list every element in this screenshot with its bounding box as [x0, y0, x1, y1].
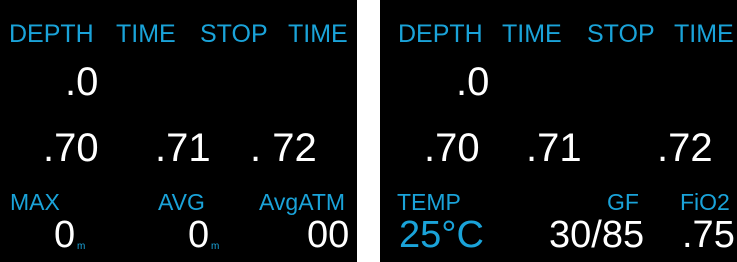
header-time-label: TIME	[116, 20, 176, 48]
max-label: MAX	[10, 189, 60, 215]
gf-value: 30/85	[549, 214, 645, 256]
max-depth-unit: m	[77, 241, 86, 252]
header-stop-label: STOP	[587, 20, 655, 48]
fio2-value: .75	[682, 214, 735, 256]
avg-label: AVG	[158, 189, 205, 215]
header-depth-label: DEPTH	[398, 20, 483, 48]
stop-value-2: .71	[526, 126, 582, 170]
max-depth-value: 0	[54, 214, 76, 256]
stop-value-1: .70	[424, 126, 480, 170]
dive-display-right: DEPTH TIME STOP TIME .0 .70 .71 .72 TEMP…	[380, 0, 737, 262]
avg-depth-value: 0	[188, 214, 210, 256]
avgatm-value: 00	[307, 214, 350, 256]
temp-label: TEMP	[397, 189, 461, 215]
avgatm-label: AvgATM	[259, 189, 346, 215]
dive-display-left: DEPTH TIME STOP TIME .0 .70 .71 . 72 MAX…	[0, 0, 357, 262]
stop-value-3: .72	[657, 126, 713, 170]
header-stop-time-label: TIME	[674, 20, 734, 48]
gf-label: GF	[607, 189, 639, 215]
avg-depth-unit: m	[211, 241, 220, 252]
stop-value-2: .71	[155, 126, 211, 170]
depth-value: .0	[65, 60, 99, 104]
header-stop-label: STOP	[200, 20, 268, 48]
header-depth-label: DEPTH	[9, 20, 94, 48]
stop-value-3: . 72	[250, 126, 317, 170]
header-stop-time-label: TIME	[288, 20, 348, 48]
depth-value: .0	[456, 60, 490, 104]
temp-value: 25°C	[399, 214, 484, 256]
fio2-label: FiO2	[680, 189, 730, 215]
stop-value-1: .70	[43, 126, 99, 170]
header-time-label: TIME	[502, 20, 562, 48]
